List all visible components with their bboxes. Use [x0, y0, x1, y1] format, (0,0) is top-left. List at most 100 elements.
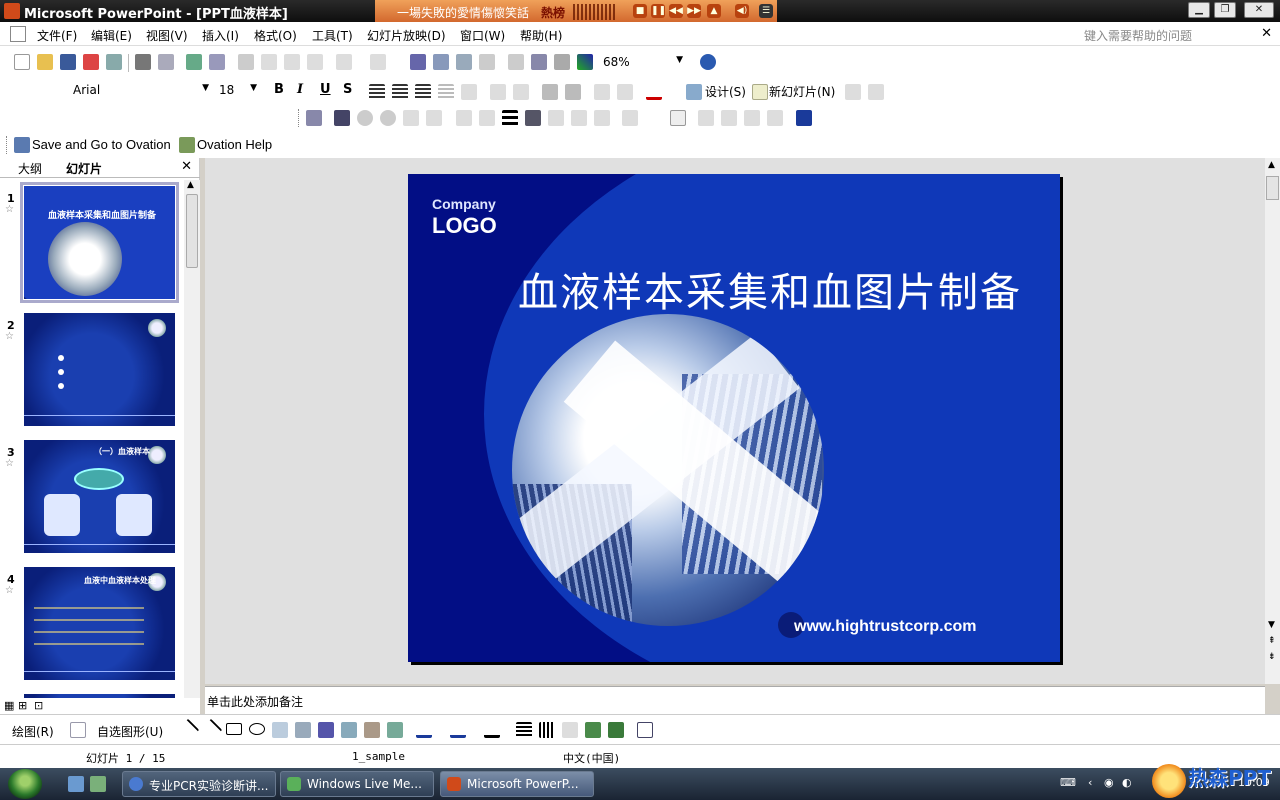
scrollbar-thumb[interactable]	[186, 194, 198, 268]
picture-icon[interactable]	[387, 722, 403, 738]
slide-thumbnail[interactable]: （一）血液样本	[24, 440, 175, 553]
undo-icon[interactable]	[336, 54, 352, 70]
slide-url-text[interactable]: www.hightrustcorp.com	[794, 618, 977, 636]
pause-icon[interactable]: ❚❚	[651, 4, 666, 18]
wordart-icon[interactable]	[318, 722, 334, 738]
compress-icon[interactable]	[525, 110, 541, 126]
bullets-icon[interactable]	[513, 84, 529, 100]
recolor-icon[interactable]	[548, 110, 564, 126]
color-grayscale-icon[interactable]	[577, 54, 593, 70]
menu-edit[interactable]: 编辑(E)	[91, 27, 132, 44]
align-distribute-icon[interactable]	[721, 110, 737, 126]
new-slide-icon[interactable]	[752, 84, 768, 100]
more-contrast-icon[interactable]	[357, 110, 373, 126]
dash-style-icon[interactable]	[539, 722, 555, 738]
tables-borders-icon[interactable]	[456, 54, 472, 70]
stop-icon[interactable]: ■	[633, 4, 647, 18]
next-icon[interactable]: ▶▶	[687, 4, 701, 18]
music-player-widget[interactable]: 一場失敗的愛情傷懷笑話 熱榜 ■ ❚❚ ◀◀ ▶▶ ▲ ◀) ☰	[375, 0, 777, 24]
scrollbar-thumb[interactable]	[1266, 176, 1279, 200]
copy-icon[interactable]	[261, 54, 277, 70]
numbering-icon[interactable]	[490, 84, 506, 100]
taskbar-item[interactable]: Windows Live Me...	[280, 771, 434, 797]
print-preview-icon[interactable]	[158, 54, 174, 70]
show-desktop-icon[interactable]	[68, 776, 84, 792]
cut-icon[interactable]	[238, 54, 254, 70]
player-menu-icon[interactable]: ☰	[759, 4, 773, 18]
tray-expand-icon[interactable]: ‹	[1088, 776, 1092, 789]
help-icon[interactable]	[700, 54, 716, 70]
move-down-icon[interactable]	[868, 84, 884, 100]
arrow-style-icon[interactable]	[562, 722, 578, 738]
menu-file[interactable]: 文件(F)	[37, 27, 77, 44]
slide-thumbnail[interactable]	[24, 313, 175, 426]
move-up-icon[interactable]	[845, 84, 861, 100]
more-buttons-icon[interactable]	[637, 722, 653, 738]
permission-icon[interactable]	[83, 54, 99, 70]
slides-pane-scrollbar[interactable]: ▲	[184, 180, 200, 700]
close-button[interactable]: ✕	[1244, 2, 1274, 18]
slide-title[interactable]: 血液样本采集和血图片制备	[518, 260, 1022, 318]
insert-picture-icon[interactable]	[306, 110, 322, 126]
print-icon[interactable]	[135, 54, 151, 70]
menu-tools[interactable]: 工具(T)	[312, 27, 353, 44]
line-color-icon[interactable]	[450, 722, 466, 738]
normal-view-icon[interactable]: ▦	[4, 699, 14, 712]
3d-style-icon[interactable]	[608, 722, 624, 738]
shadow-button[interactable]: S	[343, 82, 352, 97]
design-icon[interactable]	[686, 84, 702, 100]
slide-logo-text[interactable]: LOGO	[432, 213, 497, 239]
menu-slideshow[interactable]: 幻灯片放映(D)	[367, 27, 446, 44]
fill-color-icon[interactable]	[796, 110, 812, 126]
email-icon[interactable]	[106, 54, 122, 70]
network-icon[interactable]: ◉	[1104, 776, 1114, 789]
show-formatting-icon[interactable]	[531, 54, 547, 70]
volume-icon[interactable]: ◀)	[735, 4, 749, 18]
italic-button[interactable]: I	[297, 82, 303, 97]
new-slide-button[interactable]: 新幻灯片(N)	[769, 83, 835, 100]
scroll-up-icon[interactable]: ▲	[187, 180, 194, 190]
rectangle-icon[interactable]	[226, 723, 242, 735]
decrease-indent-icon[interactable]	[594, 84, 610, 100]
keyboard-icon[interactable]: ⌨	[1060, 776, 1076, 789]
prev-icon[interactable]: ◀◀	[669, 4, 683, 18]
tab-outline[interactable]: 大纲	[18, 160, 42, 177]
toolbar-grip[interactable]	[298, 109, 302, 127]
slide-scrollbar[interactable]: ▲ ▼ ⇞ ⇟	[1265, 158, 1280, 684]
redo-icon[interactable]	[370, 54, 386, 70]
align-center-icon[interactable]	[392, 84, 408, 100]
expand-all-icon[interactable]	[508, 54, 524, 70]
current-slide[interactable]: Company LOGO 血液样本采集和血图片制备 www.hightrustc…	[408, 174, 1060, 662]
save-go-ovation-button[interactable]: Save and Go to Ovation	[32, 137, 171, 152]
zoom-select[interactable]: 68% ▼	[598, 52, 688, 72]
minimize-button[interactable]: ▁	[1188, 2, 1210, 18]
align-left-icon[interactable]	[369, 84, 385, 100]
slide-company-text[interactable]: Company	[432, 196, 496, 212]
switch-windows-icon[interactable]	[90, 776, 106, 792]
font-color-icon[interactable]	[484, 722, 500, 738]
rotate-icon[interactable]	[479, 110, 495, 126]
menu-window[interactable]: 窗口(W)	[460, 27, 505, 44]
slideshow-view-icon[interactable]: ⊡	[34, 699, 43, 712]
distributed-icon[interactable]	[461, 84, 477, 100]
line-icon[interactable]	[176, 718, 200, 742]
spelling-icon[interactable]	[186, 54, 202, 70]
restore-button[interactable]: ❐	[1214, 2, 1236, 18]
line-style-icon[interactable]	[516, 722, 532, 738]
bold-button[interactable]: B	[274, 82, 284, 97]
insert-chart-icon[interactable]	[410, 54, 426, 70]
next-slide-icon[interactable]: ⇟	[1268, 652, 1276, 662]
taskbar-item[interactable]: 专业PCR实验诊断讲...	[122, 771, 276, 797]
set-transparent-icon[interactable]	[594, 110, 610, 126]
decrease-font-icon[interactable]	[565, 84, 581, 100]
scroll-up-icon[interactable]: ▲	[1268, 160, 1275, 170]
slide-globe-photo[interactable]	[512, 314, 824, 626]
insert-table-icon[interactable]	[433, 54, 449, 70]
new-icon[interactable]	[14, 54, 30, 70]
menu-insert[interactable]: 插入(I)	[202, 27, 239, 44]
previous-slide-icon[interactable]: ⇞	[1268, 636, 1276, 646]
document-close-icon[interactable]: ✕	[1261, 26, 1272, 41]
document-icon[interactable]	[10, 26, 26, 42]
scroll-down-icon[interactable]: ▼	[1268, 620, 1275, 630]
diagram-icon[interactable]	[341, 722, 357, 738]
